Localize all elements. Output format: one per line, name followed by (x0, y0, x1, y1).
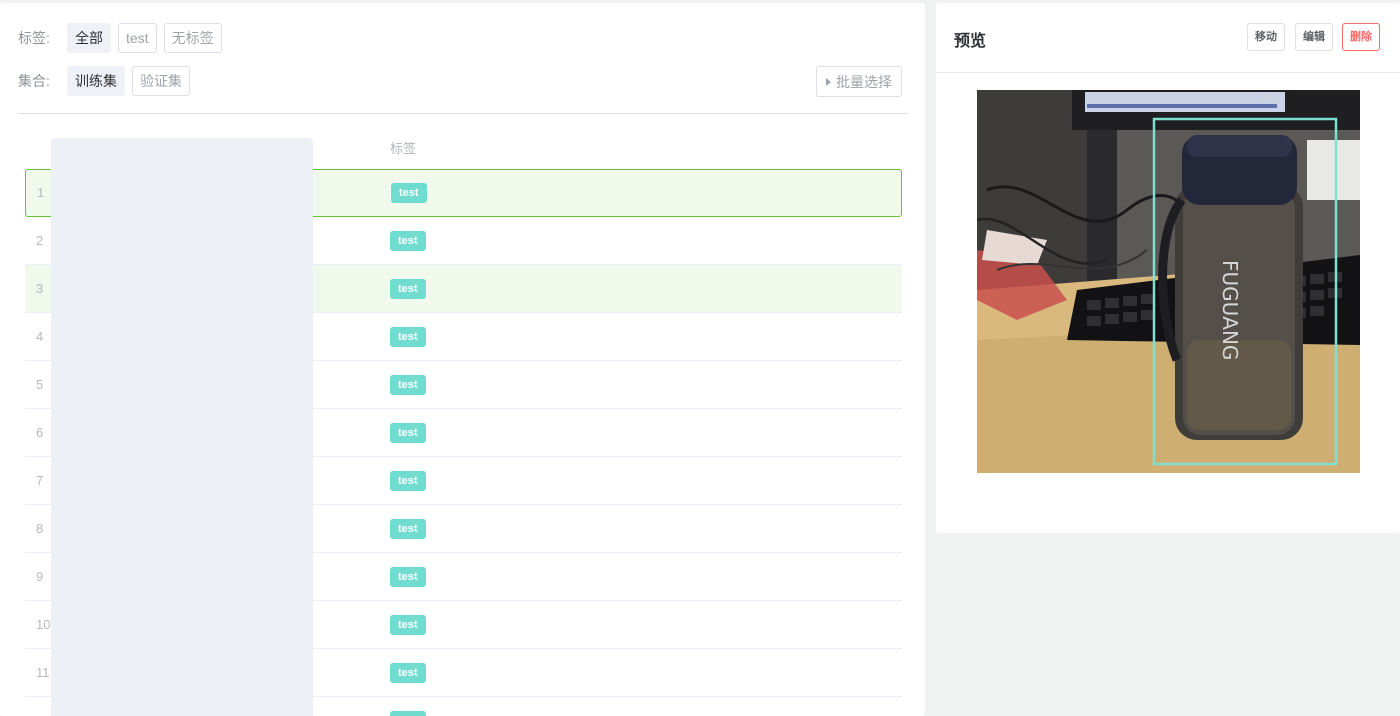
row-tag-badge: test (390, 615, 426, 635)
move-button[interactable]: 移动 (1247, 23, 1285, 51)
dataset-list-panel: 标签: 全部 test 无标签 集合: 训练集 验证集 批量选择 标签 1 te… (0, 3, 925, 716)
tag-filter-test[interactable]: test (118, 23, 157, 53)
row-tag-badge: test (390, 711, 426, 716)
row-index: 10 (36, 617, 51, 632)
row-index: 3 (36, 281, 44, 296)
row-tag-badge: test (390, 279, 426, 299)
tag-filter-row: 标签: 全部 test 无标签 (18, 23, 229, 53)
row-tag-badge: test (390, 423, 426, 443)
row-index: 6 (36, 425, 44, 440)
row-tag-badge: test (390, 471, 426, 491)
row-tag-badge: test (390, 375, 426, 395)
row-index: 5 (36, 377, 44, 392)
row-tag-badge: test (390, 519, 426, 539)
edit-button[interactable]: 编辑 (1295, 23, 1333, 51)
row-tag-badge: test (390, 231, 426, 251)
set-filter-label: 集合: (18, 73, 50, 89)
caret-right-icon (826, 77, 831, 86)
batch-select-button[interactable]: 批量选择 (816, 66, 902, 97)
row-tag-badge: test (390, 567, 426, 587)
tag-filter-untagged[interactable]: 无标签 (163, 23, 222, 53)
preview-image: DELL FUGUANG (977, 90, 1360, 473)
preview-header: 预览 移动 编辑 删除 (936, 3, 1400, 73)
preview-title: 预览 (954, 33, 987, 50)
column-header-tag: 标签 (390, 141, 417, 156)
delete-button[interactable]: 删除 (1342, 23, 1380, 51)
row-index: 7 (36, 473, 44, 488)
set-filter-train[interactable]: 训练集 (67, 66, 125, 96)
row-index: 11 (36, 665, 50, 680)
preview-panel: 预览 移动 编辑 删除 DELL FUGUANG (936, 3, 1400, 533)
row-index: 9 (36, 569, 44, 584)
bottle-printed-text: FUGUANG (1218, 260, 1242, 360)
tag-filter-label: 标签: (18, 30, 50, 46)
row-tag-badge: test (390, 663, 426, 683)
batch-select-label: 批量选择 (836, 73, 892, 90)
preview-photo: DELL FUGUANG (977, 90, 1360, 473)
row-tag-badge: test (390, 327, 426, 347)
thumbnail-column-placeholder (51, 138, 313, 716)
monitor-brand-text: DELL (1259, 94, 1280, 103)
filter-divider (18, 113, 908, 114)
set-filter-validation[interactable]: 验证集 (132, 66, 190, 96)
tag-filter-all[interactable]: 全部 (67, 23, 111, 53)
set-filter-row: 集合: 训练集 验证集 (18, 66, 197, 96)
row-index: 2 (36, 233, 44, 248)
row-tag-badge: test (391, 183, 427, 203)
row-index: 4 (36, 329, 44, 344)
row-index: 8 (36, 521, 44, 536)
row-index: 1 (37, 185, 45, 200)
